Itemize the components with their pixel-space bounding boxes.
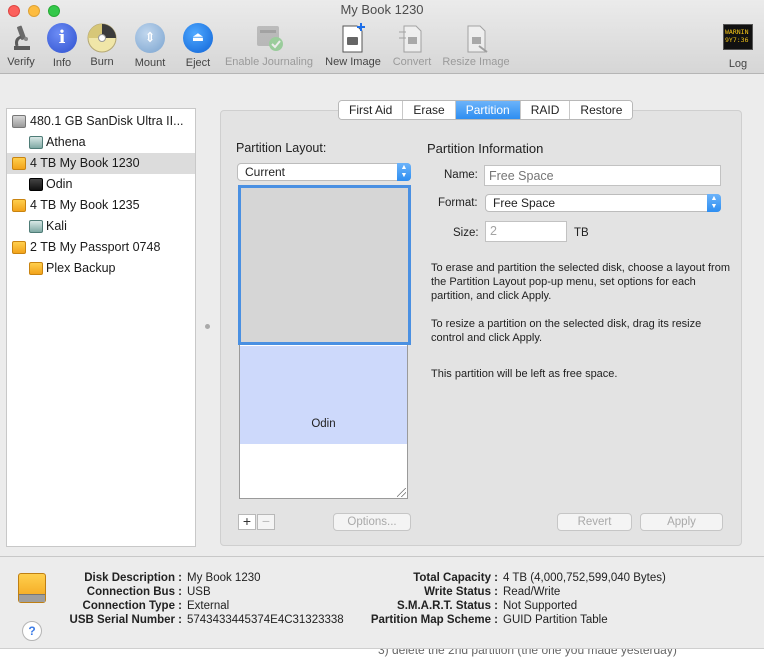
revert-button[interactable]: Revert — [557, 513, 632, 531]
partition-map-scheme-label: Partition Map Scheme : — [370, 614, 498, 626]
free-space-segment[interactable] — [238, 185, 411, 345]
sidebar-item-my-book-1235[interactable]: 4 TB My Book 1235 — [7, 195, 195, 216]
add-partition-button[interactable]: + — [238, 514, 256, 530]
popup-arrows-icon: ▲ ▼ — [707, 194, 721, 212]
total-capacity-value: 4 TB (4,000,752,599,040 Bytes) — [503, 572, 666, 584]
smart-status-value: Not Supported — [503, 600, 578, 612]
volume-icon — [29, 220, 43, 233]
external-drive-icon — [18, 573, 46, 603]
resize-image-icon — [460, 22, 492, 54]
background-document-text: 3) delete the 2nd partition (the one you… — [378, 648, 677, 657]
connection-bus-label: Connection Bus : — [86, 586, 182, 598]
divider — [0, 556, 764, 557]
tab-first-aid[interactable]: First Aid — [339, 101, 404, 119]
new-image-button[interactable]: New Image — [323, 22, 383, 68]
mount-button[interactable]: ⇕ Mount — [130, 22, 170, 69]
usb-serial-label: USB Serial Number : — [69, 614, 182, 626]
total-capacity-label: Total Capacity : — [413, 572, 498, 584]
sidebar-item-odin[interactable]: Odin — [7, 174, 195, 195]
tab-partition[interactable]: Partition — [455, 101, 521, 119]
volume-icon — [29, 262, 43, 275]
convert-button[interactable]: Convert — [388, 22, 436, 68]
external-drive-icon — [12, 241, 26, 254]
popup-arrows-icon: ▲ ▼ — [397, 163, 411, 181]
external-drive-icon — [12, 157, 26, 170]
usb-serial-value: 5743433445374E4C31323338 — [187, 614, 344, 626]
size-field[interactable]: 2 — [485, 221, 567, 242]
smart-status-label: S.M.A.R.T. Status : — [397, 600, 498, 612]
log-icon: WARNIN 9Y7:36 — [722, 24, 754, 56]
verify-button[interactable]: Verify — [3, 22, 39, 68]
external-drive-icon — [12, 199, 26, 212]
sidebar-item-plex-backup[interactable]: Plex Backup — [7, 258, 195, 279]
partition-map-scheme-value: GUID Partition Table — [503, 614, 608, 626]
burn-icon — [86, 22, 118, 54]
options-button[interactable]: Options... — [333, 513, 411, 531]
tab-bar: First Aid Erase Partition RAID Restore — [338, 100, 634, 120]
disk-utility-window: My Book 1230 Verify i Info Burn ⇕ Mount … — [0, 0, 764, 659]
apply-button[interactable]: Apply — [640, 513, 723, 531]
convert-icon — [396, 22, 428, 54]
connection-type-value: External — [187, 600, 230, 612]
sidebar-item-my-passport-0748[interactable]: 2 TB My Passport 0748 — [7, 237, 195, 258]
sidebar-item-kali[interactable]: Kali — [7, 216, 195, 237]
split-view-handle[interactable] — [205, 324, 210, 329]
volume-icon — [29, 178, 43, 191]
format-popup[interactable]: Free Space ▲ ▼ — [485, 194, 721, 212]
volume-icon — [29, 136, 43, 149]
background-document-strip: 3) delete the 2nd partition (the one you… — [0, 648, 764, 659]
disk-sidebar: 480.1 GB SanDisk Ultra II... Athena 4 TB… — [6, 108, 196, 547]
help-button[interactable]: ? — [22, 621, 42, 641]
partition-map[interactable]: Odin — [238, 185, 411, 499]
disk-description-label: Disk Description : — [84, 572, 182, 584]
odin-partition-segment[interactable]: Odin — [240, 346, 407, 444]
log-button[interactable]: WARNIN 9Y7:36 Log — [720, 22, 756, 70]
info-button[interactable]: i Info — [45, 22, 79, 69]
info-icon: i — [46, 23, 78, 55]
tab-raid[interactable]: RAID — [520, 101, 571, 119]
internal-drive-icon — [12, 115, 26, 128]
connection-bus-value: USB — [187, 586, 211, 598]
partition-layout-label: Partition Layout: — [236, 141, 327, 155]
sidebar-item-athena[interactable]: Athena — [7, 132, 195, 153]
enable-journaling-button[interactable]: Enable Journaling — [220, 22, 318, 68]
resize-help-text: To resize a partition on the selected di… — [431, 318, 702, 344]
window-title: My Book 1230 — [340, 2, 424, 17]
sidebar-item-sandisk[interactable]: 480.1 GB SanDisk Ultra II... — [7, 111, 195, 132]
new-image-icon — [337, 22, 369, 54]
sidebar-item-my-book-1230[interactable]: 4 TB My Book 1230 — [7, 153, 195, 174]
disk-description-value: My Book 1230 — [187, 572, 261, 584]
format-label: Format: — [438, 197, 478, 209]
tab-restore[interactable]: Restore — [570, 101, 633, 119]
name-field[interactable] — [484, 165, 721, 186]
toolbar: My Book 1230 Verify i Info Burn ⇕ Mount … — [0, 0, 764, 74]
eject-icon: ⏏ — [182, 23, 214, 55]
journaling-icon — [253, 22, 285, 54]
partition-info-heading: Partition Information — [427, 141, 544, 156]
size-label: Size: — [453, 227, 479, 239]
microscope-icon — [5, 22, 37, 54]
partition-help-text: To erase and partition the selected disk… — [431, 262, 731, 302]
remove-partition-button[interactable]: − — [257, 514, 275, 530]
mount-icon: ⇕ — [134, 23, 166, 55]
eject-button[interactable]: ⏏ Eject — [180, 22, 216, 69]
free-space-note: This partition will be left as free spac… — [431, 368, 618, 380]
tab-erase[interactable]: Erase — [403, 101, 456, 119]
connection-type-label: Connection Type : — [82, 600, 182, 612]
partition-layout-popup[interactable]: Current ▲ ▼ — [237, 163, 411, 181]
burn-button[interactable]: Burn — [84, 22, 120, 68]
write-status-value: Read/Write — [503, 586, 561, 598]
write-status-label: Write Status : — [424, 586, 498, 598]
resize-image-button[interactable]: Resize Image — [440, 22, 512, 68]
name-label: Name: — [444, 169, 478, 181]
size-unit-label: TB — [574, 227, 589, 239]
resize-grip-icon[interactable] — [397, 488, 406, 497]
